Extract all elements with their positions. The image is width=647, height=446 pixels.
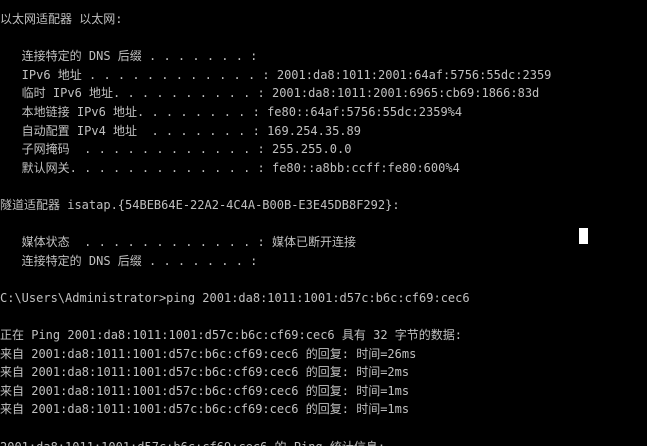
dns-suffix-line: 连接特定的 DNS 后缀 . . . . . . . :: [0, 49, 258, 64]
ping-reply-line: 来自 2001:da8:1011:1001:d57c:b6c:cf69:cec6…: [0, 365, 410, 380]
ping-statistics-line: 2001:da8:1011:1001:d57c:b6c:cf69:cec6 的 …: [0, 438, 551, 446]
default-gateway-line: 默认网关. . . . . . . . . . . . . : fe80::a8…: [0, 160, 460, 175]
adapter-header-isatap: 隧道适配器 isatap.{54BEB64E-22A2-4C4A-B00B-E3…: [0, 197, 400, 212]
ping-reply-line: 来自 2001:da8:1011:1001:d57c:b6c:cf69:cec6…: [0, 383, 410, 398]
console-output: 以太网适配器 以太网: 连接特定的 DNS 后缀 . . . . . . . :…: [0, 10, 551, 446]
ipv6-address-line: IPv6 地址 . . . . . . . . . . . . : 2001:d…: [0, 67, 552, 82]
temp-ipv6-address-line: 临时 IPv6 地址. . . . . . . . . . : 2001:da8…: [0, 86, 540, 101]
console-window[interactable]: 以太网适配器 以太网: 连接特定的 DNS 后缀 . . . . . . . :…: [0, 0, 647, 446]
ping-reply-line: 来自 2001:da8:1011:1001:d57c:b6c:cf69:cec6…: [0, 402, 410, 417]
text-cursor: [579, 228, 588, 244]
ping-reply-line: 来自 2001:da8:1011:1001:d57c:b6c:cf69:cec6…: [0, 346, 417, 361]
subnet-mask-line: 子网掩码 . . . . . . . . . . . . : 255.255.0…: [0, 142, 352, 157]
command-prompt-line: C:\Users\Administrator>ping 2001:da8:101…: [0, 290, 470, 305]
link-local-ipv6-line: 本地链接 IPv6 地址. . . . . . . . : fe80::64af…: [0, 104, 463, 119]
autoconfig-ipv4-line: 自动配置 IPv4 地址 . . . . . . . : 169.254.35.…: [0, 123, 361, 138]
adapter-header-ethernet: 以太网适配器 以太网:: [0, 12, 123, 26]
ping-header-line: 正在 Ping 2001:da8:1011:1001:d57c:b6c:cf69…: [0, 328, 463, 343]
dns-suffix-line: 连接特定的 DNS 后缀 . . . . . . . :: [0, 253, 258, 268]
media-state-line: 媒体状态 . . . . . . . . . . . . : 媒体已断开连接: [0, 235, 356, 250]
